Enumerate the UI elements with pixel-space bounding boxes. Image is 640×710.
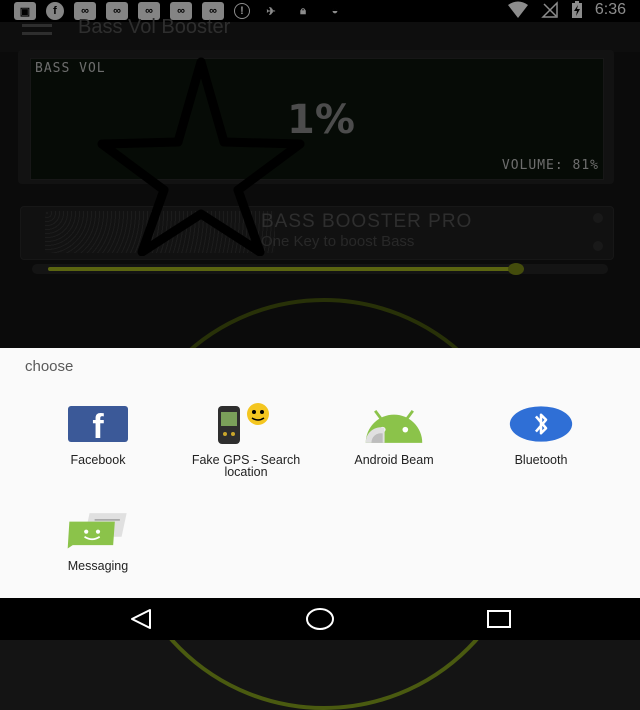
navigation-bar (0, 598, 640, 640)
android-beam-icon (362, 400, 426, 448)
app-label: Bluetooth (514, 453, 568, 467)
app-label: Fake GPS - Search location (191, 453, 301, 479)
recents-icon (487, 610, 511, 628)
app-label: Facebook (70, 453, 126, 467)
app-label: Messaging (67, 559, 129, 573)
bluetooth-icon (509, 400, 573, 448)
recents-button[interactable] (484, 606, 514, 632)
chooser-item-messaging[interactable]: Messaging (28, 506, 168, 572)
chooser-title: choose (25, 358, 74, 375)
home-button[interactable] (305, 606, 335, 632)
back-icon (131, 609, 151, 629)
chooser-item-android-beam[interactable]: Android Beam (324, 400, 464, 466)
back-button[interactable] (126, 606, 156, 632)
svg-text:f: f (92, 408, 104, 442)
home-icon (306, 608, 334, 630)
messaging-icon (66, 506, 130, 554)
gps-device-icon (214, 400, 278, 448)
share-chooser: choose f Facebook Fake GPS - Search loca… (0, 348, 640, 598)
chooser-item-fake-gps[interactable]: Fake GPS - Search location (176, 400, 316, 478)
chooser-item-bluetooth[interactable]: Bluetooth (471, 400, 611, 466)
facebook-icon: f (66, 400, 130, 448)
chooser-item-facebook[interactable]: f Facebook (28, 400, 168, 466)
dim-overlay[interactable] (0, 0, 640, 348)
app-label: Android Beam (354, 453, 434, 467)
